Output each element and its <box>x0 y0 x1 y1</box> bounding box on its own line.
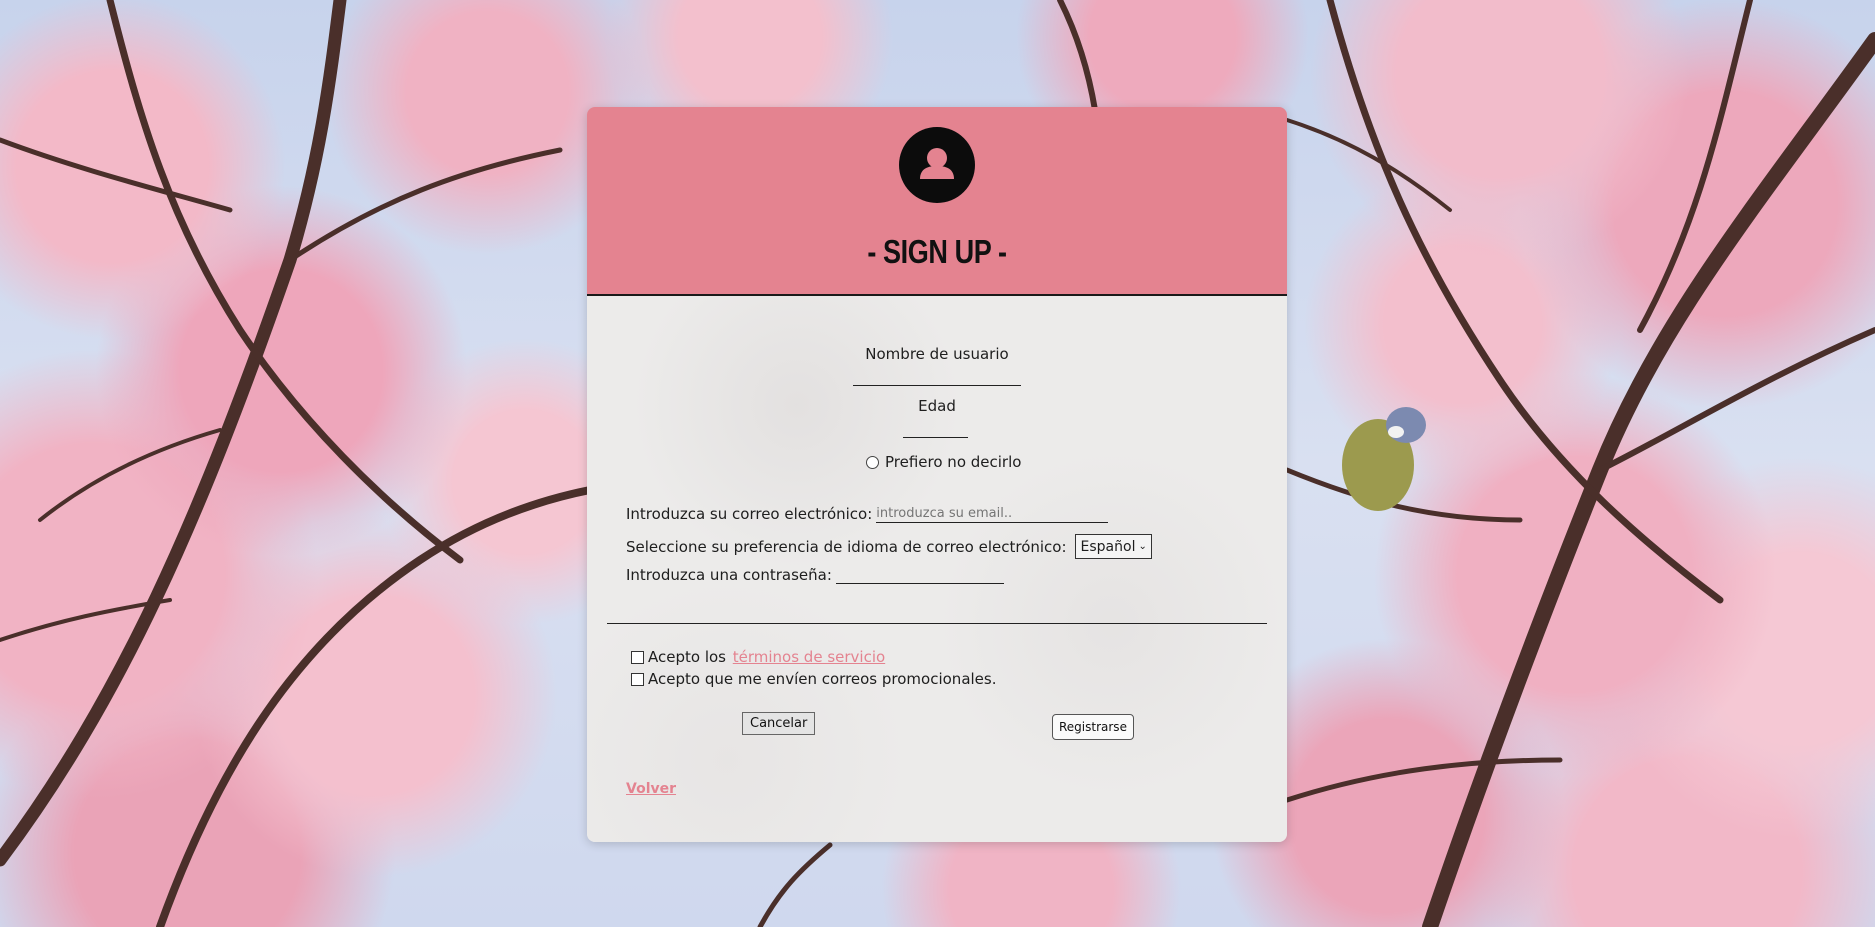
terms-checkbox[interactable] <box>631 650 644 664</box>
back-link[interactable]: Volver <box>626 781 676 797</box>
prefer-not-label: Prefiero no decirlo <box>885 453 1022 471</box>
username-label: Nombre de usuario <box>865 345 1009 363</box>
prefer-not-option[interactable]: Prefiero no decirlo <box>866 453 1021 471</box>
promo-option: Acepto que me envíen correos promocional… <box>631 670 997 688</box>
terms-option: Acepto los términos de servicio <box>631 648 885 666</box>
password-row: Introduzca una contraseña: <box>626 566 1004 584</box>
promo-label: Acepto que me envíen correos promocional… <box>648 670 997 688</box>
register-button[interactable]: Registrarse <box>1052 714 1134 740</box>
password-label: Introduzca una contraseña: <box>626 566 832 584</box>
email-row: Introduzca su correo electrónico: <box>626 505 1109 523</box>
chevron-down-icon: ⌄ <box>1138 541 1147 552</box>
email-label: Introduzca su correo electrónico: <box>626 505 873 523</box>
terms-prefix: Acepto los <box>648 648 731 666</box>
language-row: Seleccione su preferencia de idioma de c… <box>626 534 1152 559</box>
email-input[interactable] <box>876 505 1109 523</box>
signup-card: - SIGN UP - Nombre de usuario Edad Prefi… <box>587 107 1287 842</box>
user-icon <box>899 127 975 203</box>
language-label: Seleccione su preferencia de idioma de c… <box>626 537 1067 556</box>
language-select[interactable]: Español ⌄ <box>1074 534 1152 559</box>
promo-checkbox[interactable] <box>631 672 644 686</box>
card-header: - SIGN UP - <box>587 107 1287 296</box>
username-input[interactable] <box>853 368 1021 386</box>
cancel-button[interactable]: Cancelar <box>742 712 816 735</box>
language-select-value: Español <box>1080 538 1136 555</box>
prefer-not-radio[interactable] <box>866 455 879 469</box>
divider <box>607 623 1267 624</box>
terms-link[interactable]: términos de servicio <box>733 648 885 666</box>
age-input[interactable] <box>903 420 968 438</box>
age-label: Edad <box>918 397 956 415</box>
page-title: - SIGN UP - <box>867 233 1007 270</box>
signup-form: Nombre de usuario Edad Prefiero no decir… <box>587 296 1287 842</box>
password-input[interactable] <box>835 566 1004 584</box>
